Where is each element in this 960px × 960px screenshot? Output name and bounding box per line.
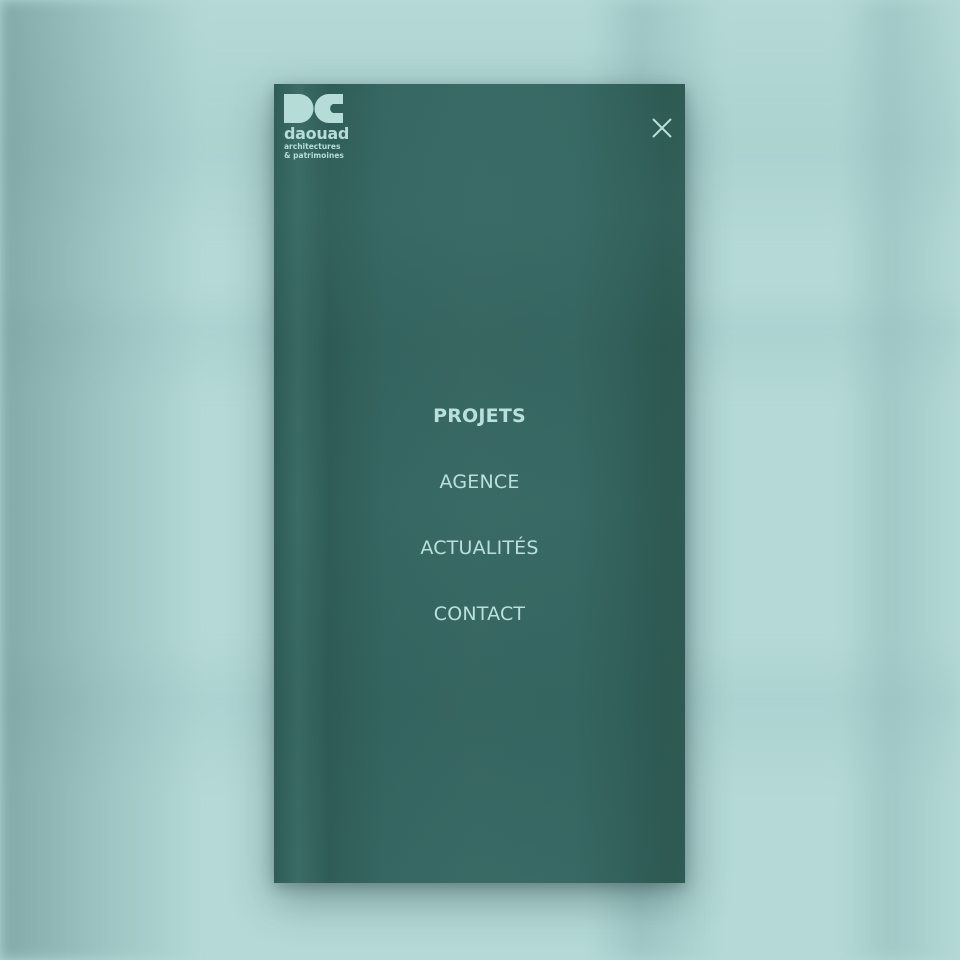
- nav-item-actualites[interactable]: ACTUALITÉS: [274, 531, 685, 565]
- main-navigation: PROJETS AGENCE ACTUALITÉS CONTACT: [274, 399, 685, 663]
- brand-line-2: & patrimoines: [284, 151, 344, 160]
- mobile-menu-panel: daouad architectures & patrimoines PROJE…: [274, 84, 685, 883]
- close-icon: [652, 118, 672, 138]
- brand-name: daouad: [284, 124, 350, 143]
- close-menu-button[interactable]: [651, 117, 673, 139]
- brand-line-1: architectures: [284, 142, 341, 151]
- dc-logo-icon: [284, 94, 343, 123]
- nav-item-projets[interactable]: PROJETS: [274, 399, 685, 433]
- nav-item-agence[interactable]: AGENCE: [274, 465, 685, 499]
- nav-item-contact[interactable]: CONTACT: [274, 597, 685, 631]
- brand-logo[interactable]: daouad architectures & patrimoines: [284, 94, 354, 160]
